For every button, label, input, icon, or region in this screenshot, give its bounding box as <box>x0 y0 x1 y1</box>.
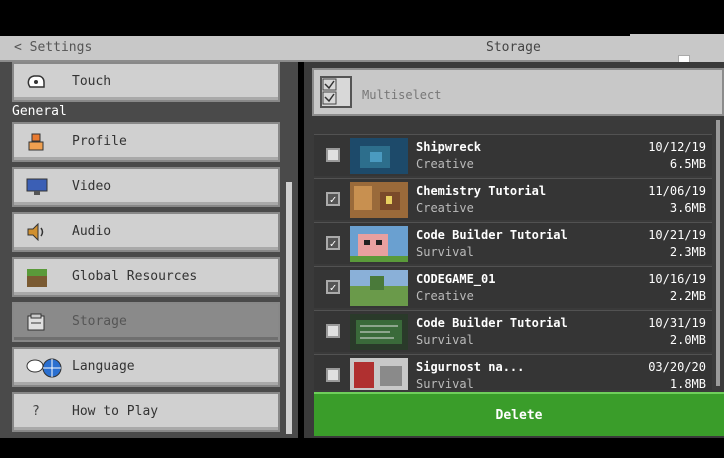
world-mode: Survival <box>416 333 474 347</box>
world-name: Sigurnost na... <box>416 360 525 374</box>
sidebar-item-profile[interactable]: Profile <box>12 122 280 162</box>
world-thumbnail <box>350 226 408 262</box>
world-mode: Creative <box>416 157 474 171</box>
sidebar-item-audio[interactable]: Audio <box>12 212 280 252</box>
delete-button[interactable]: Delete <box>314 392 724 436</box>
sidebar-item-label: Language <box>72 359 135 374</box>
world-thumbnail <box>350 314 408 350</box>
world-row[interactable]: Code Builder Tutorial Survival 10/31/19 … <box>314 310 712 352</box>
grass-block-icon <box>26 268 47 287</box>
sidebar-item-video[interactable]: Video <box>12 167 280 207</box>
multiselect-toggle[interactable]: Multiselect <box>312 68 724 116</box>
sidebar-item-label: Profile <box>72 134 127 149</box>
profile-icon <box>26 133 46 151</box>
world-date: 03/20/20 <box>648 360 706 374</box>
world-size: 1.8MB <box>669 377 706 391</box>
world-mode: Creative <box>416 201 474 215</box>
sidebar-item-label: Storage <box>72 314 127 329</box>
multiselect-checkboxes-icon <box>320 76 352 108</box>
world-size: 2.0MB <box>669 333 706 347</box>
world-mode: Survival <box>416 377 474 391</box>
world-mode: Survival <box>416 245 474 259</box>
sidebar-item-storage[interactable]: Storage <box>12 302 280 342</box>
world-checkbox[interactable] <box>326 368 340 382</box>
world-mode: Creative <box>416 289 474 303</box>
world-thumbnail <box>350 138 408 174</box>
monitor-icon <box>26 178 48 196</box>
world-list-scrollbar[interactable] <box>716 120 720 386</box>
sidebar-item-label: How to Play <box>72 404 159 419</box>
multiselect-label: Multiselect <box>362 88 442 102</box>
sidebar-item-language[interactable]: Language <box>12 347 280 387</box>
world-checkbox[interactable]: ✓ <box>326 236 340 250</box>
world-name: Code Builder Tutorial <box>416 316 568 330</box>
touch-icon <box>26 73 46 91</box>
sidebar-item-label: Video <box>72 179 112 194</box>
world-size: 3.6MB <box>669 201 706 215</box>
world-row[interactable]: ✓ Chemistry Tutorial Creative 11/06/19 3… <box>314 178 712 220</box>
world-size: 2.3MB <box>669 245 706 259</box>
world-thumbnail <box>350 270 408 306</box>
storage-icon <box>26 313 46 331</box>
world-checkbox[interactable] <box>326 148 340 162</box>
world-checkbox[interactable] <box>326 324 340 338</box>
world-row[interactable]: ✓ Code Builder Tutorial Survival 10/21/1… <box>314 222 712 264</box>
world-size: 6.5MB <box>669 157 706 171</box>
world-name: Code Builder Tutorial <box>416 228 568 242</box>
world-checkbox[interactable]: ✓ <box>326 192 340 206</box>
page-title: Storage <box>486 40 541 55</box>
section-heading-general: General <box>12 104 67 119</box>
world-thumbnail <box>350 182 408 218</box>
sidebar-item-label: Global Resources <box>72 269 198 284</box>
sidebar-item-label: Audio <box>72 224 112 239</box>
world-name: CODEGAME_01 <box>416 272 496 286</box>
world-date: 10/16/19 <box>648 272 706 286</box>
world-date: 11/06/19 <box>648 184 706 198</box>
world-name: Shipwreck <box>416 140 482 154</box>
world-date: 10/31/19 <box>648 316 706 330</box>
world-thumbnail <box>350 358 408 390</box>
question-icon: ? <box>32 404 40 419</box>
top-letterbox <box>0 0 724 36</box>
bottom-letterbox <box>0 438 724 458</box>
world-name: Chemistry Tutorial <box>416 184 547 198</box>
world-date: 10/21/19 <box>648 228 706 242</box>
speaker-icon <box>26 222 46 242</box>
settings-sidebar: Touch General Profile Video Audio Global… <box>0 62 298 438</box>
world-size: 2.2MB <box>669 289 706 303</box>
world-checkbox[interactable]: ✓ <box>326 280 340 294</box>
header-bar: < Settings Storage <box>0 36 630 62</box>
delete-button-label: Delete <box>495 408 543 423</box>
world-row[interactable]: Sigurnost na... Survival 03/20/20 1.8MB <box>314 354 712 391</box>
sidebar-item-touch[interactable]: Touch <box>12 62 280 102</box>
globe-icon <box>26 358 64 378</box>
world-row[interactable]: ✓ CODEGAME_01 Creative 10/16/19 2.2MB <box>314 266 712 308</box>
sidebar-scrollbar[interactable] <box>286 182 292 434</box>
sidebar-item-label: Touch <box>72 74 112 89</box>
world-row[interactable]: Shipwreck Creative 10/12/19 6.5MB <box>314 134 712 176</box>
world-date: 10/12/19 <box>648 140 706 154</box>
sidebar-item-global-resources[interactable]: Global Resources <box>12 257 280 297</box>
back-to-settings-link[interactable]: < Settings <box>14 40 92 55</box>
sidebar-item-how-to-play[interactable]: ? How to Play <box>12 392 280 432</box>
